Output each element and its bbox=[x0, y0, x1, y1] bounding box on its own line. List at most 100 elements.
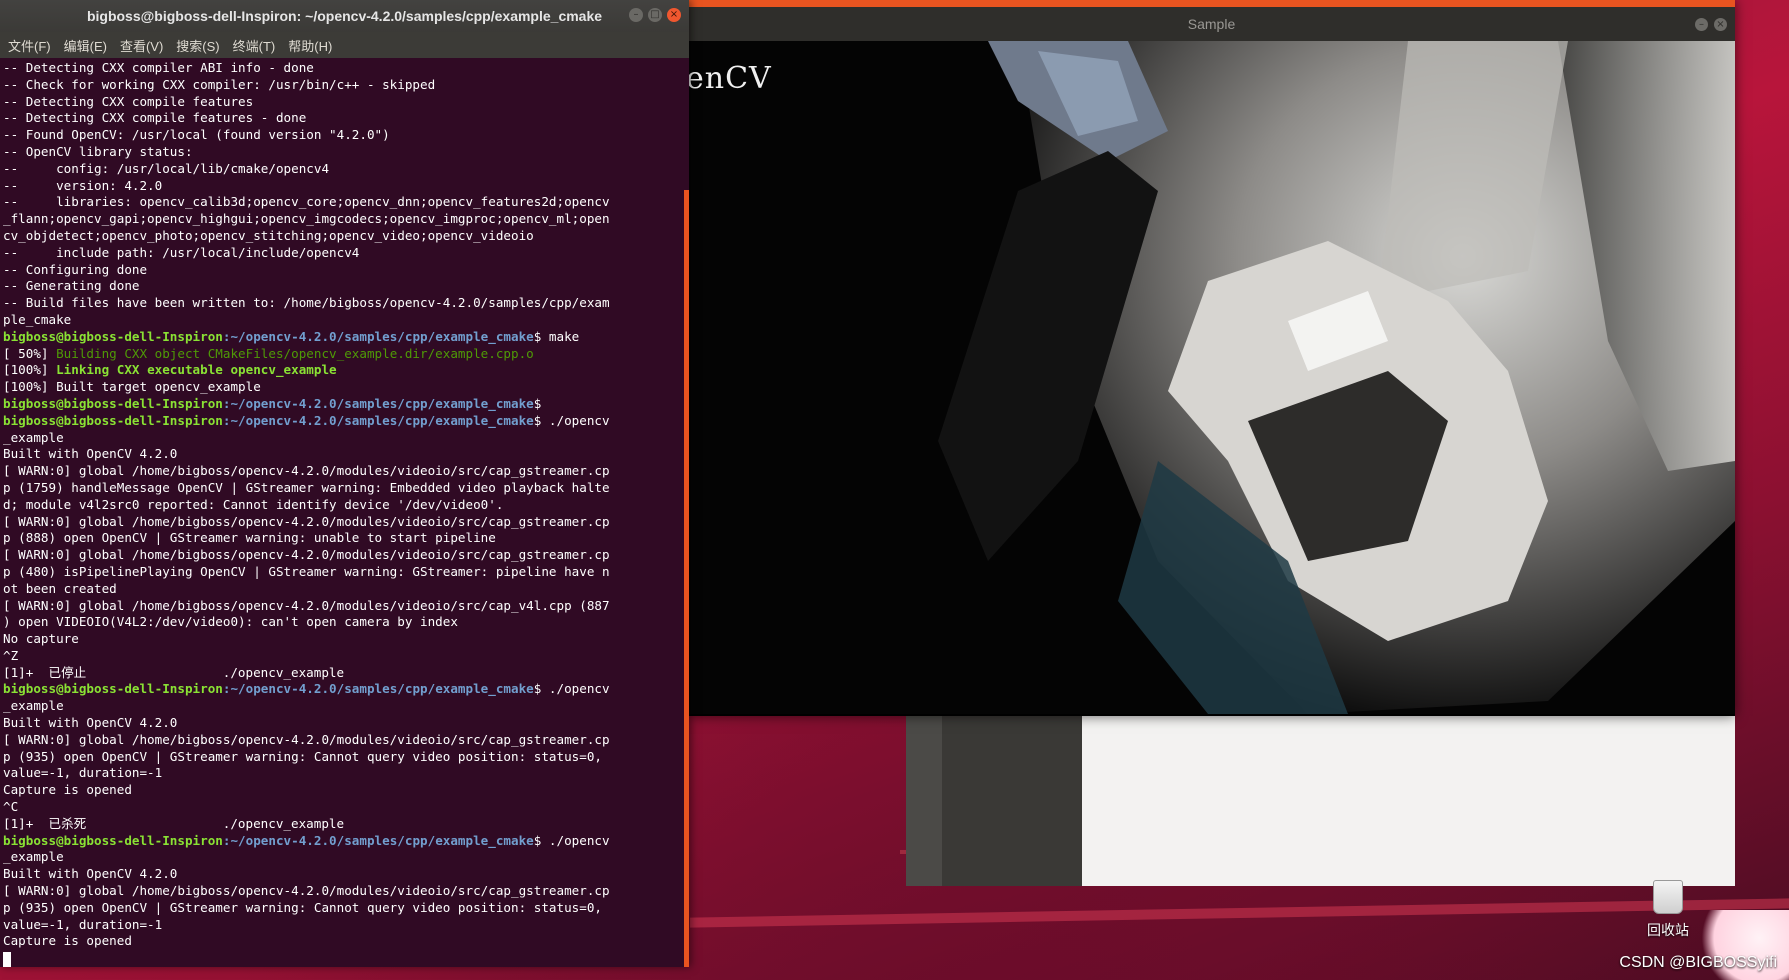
terminal-line: Capture is opened bbox=[3, 933, 680, 950]
opencv-overlay-text: enCV bbox=[688, 61, 772, 96]
terminal-cursor bbox=[3, 952, 11, 967]
terminal-line: p (1759) handleMessage OpenCV | GStreame… bbox=[3, 480, 680, 497]
camera-image bbox=[688, 41, 1735, 714]
line-text: -- Check for working CXX compiler: /usr/… bbox=[3, 76, 436, 92]
terminal-line: value=-1, duration=-1 bbox=[3, 765, 680, 782]
maximize-button[interactable]: □ bbox=[648, 8, 662, 22]
link-step-text: Linking CXX executable opencv_example bbox=[56, 362, 337, 378]
minimize-button[interactable]: – bbox=[629, 8, 643, 22]
terminal-output[interactable]: -- Detecting CXX compiler ABI info - don… bbox=[0, 58, 680, 967]
terminal-line: [ 50%] Building CXX object CMakeFiles/op… bbox=[3, 346, 680, 363]
build-step-text: Building CXX object CMakeFiles/opencv_ex… bbox=[56, 345, 534, 361]
line-text: [ WARN:0] global /home/bigboss/opencv-4.… bbox=[3, 513, 610, 529]
line-text: [ WARN:0] global /home/bigboss/opencv-4.… bbox=[3, 731, 610, 747]
line-text: [ WARN:0] global /home/bigboss/opencv-4.… bbox=[3, 463, 610, 479]
prompt-user: bigboss@bigboss-dell-Inspiron bbox=[3, 412, 223, 428]
terminal-titlebar[interactable]: bigboss@bigboss-dell-Inspiron: ~/opencv-… bbox=[0, 0, 689, 32]
window-title: Sample bbox=[1187, 16, 1236, 32]
terminal-scrollbar[interactable] bbox=[684, 190, 689, 967]
prompt-user: bigboss@bigboss-dell-Inspiron bbox=[3, 832, 223, 848]
terminal-line: _example bbox=[3, 849, 680, 866]
line-text: ple_cmake bbox=[3, 311, 72, 327]
line-text: -- Configuring done bbox=[3, 261, 148, 277]
terminal-window[interactable]: bigboss@bigboss-dell-Inspiron: ~/opencv-… bbox=[0, 0, 689, 967]
terminal-line: -- version: 4.2.0 bbox=[3, 178, 680, 195]
close-button[interactable]: × bbox=[667, 8, 681, 22]
line-text: p (480) isPipelinePlaying OpenCV | GStre… bbox=[3, 563, 610, 579]
line-text: ot been created bbox=[3, 580, 117, 596]
terminal-line: [ WARN:0] global /home/bigboss/opencv-4.… bbox=[3, 547, 680, 564]
terminal-line: d; module v4l2src0 reported: Cannot iden… bbox=[3, 497, 680, 514]
line-text: Capture is opened bbox=[3, 933, 132, 949]
line-text: [ WARN:0] global /home/bigboss/opencv-4.… bbox=[3, 597, 610, 613]
line-text: -- Generating done bbox=[3, 278, 140, 294]
sample-window[interactable]: Sample – × enCV bbox=[688, 0, 1735, 716]
terminal-line: bigboss@bigboss-dell-Inspiron:~/opencv-4… bbox=[3, 329, 680, 346]
menu-file[interactable]: 文件(F) bbox=[8, 36, 51, 55]
terminal-line: ot been created bbox=[3, 581, 680, 598]
line-text: _example bbox=[3, 429, 64, 445]
line-text: ^C bbox=[3, 799, 19, 815]
terminal-line: [ WARN:0] global /home/bigboss/opencv-4.… bbox=[3, 463, 680, 480]
terminal-menubar: 文件(F) 编辑(E) 查看(V) 搜索(S) 终端(T) 帮助(H) bbox=[0, 32, 689, 58]
line-text: [ WARN:0] global /home/bigboss/opencv-4.… bbox=[3, 547, 610, 563]
menu-view[interactable]: 查看(V) bbox=[120, 36, 163, 55]
terminal-line: bigboss@bigboss-dell-Inspiron:~/opencv-4… bbox=[3, 833, 680, 850]
terminal-line bbox=[3, 950, 680, 967]
terminal-line: -- config: /usr/local/lib/cmake/opencv4 bbox=[3, 161, 680, 178]
terminal-line: -- Detecting CXX compile features bbox=[3, 94, 680, 111]
terminal-line: _flann;opencv_gapi;opencv_highgui;opencv… bbox=[3, 211, 680, 228]
line-text: ^Z bbox=[3, 647, 19, 663]
watermark: CSDN @BIGBOSSyifi bbox=[1619, 954, 1777, 971]
line-text: -- OpenCV library status: bbox=[3, 143, 193, 159]
prompt-path: :~/opencv-4.2.0/samples/cpp/example_cmak… bbox=[222, 412, 534, 428]
line-text: [1]+ 已杀死 ./opencv_example bbox=[3, 815, 345, 831]
terminal-line: ^Z bbox=[3, 648, 680, 665]
background-app-window[interactable] bbox=[906, 716, 1735, 886]
sample-titlebar[interactable]: Sample – × bbox=[688, 7, 1735, 41]
terminal-line: [100%] Built target opencv_example bbox=[3, 379, 680, 396]
line-text: p (1759) handleMessage OpenCV | GStreame… bbox=[3, 479, 610, 495]
terminal-line: -- OpenCV library status: bbox=[3, 144, 680, 161]
terminal-line: -- Configuring done bbox=[3, 262, 680, 279]
line-text: _flann;opencv_gapi;opencv_highgui;opencv… bbox=[3, 211, 610, 227]
terminal-line: [ WARN:0] global /home/bigboss/opencv-4.… bbox=[3, 732, 680, 749]
prompt-path: :~/opencv-4.2.0/samples/cpp/example_cmak… bbox=[222, 395, 534, 411]
menu-search[interactable]: 搜索(S) bbox=[176, 36, 219, 55]
line-text: -- Detecting CXX compiler ABI info - don… bbox=[3, 60, 314, 75]
close-button[interactable]: × bbox=[1714, 18, 1727, 31]
line-text: -- Build files have been written to: /ho… bbox=[3, 295, 610, 311]
line-text: [ WARN:0] global /home/bigboss/opencv-4.… bbox=[3, 883, 610, 899]
terminal-line: [ WARN:0] global /home/bigboss/opencv-4.… bbox=[3, 883, 680, 900]
line-text: Built with OpenCV 4.2.0 bbox=[3, 715, 178, 731]
line-text: -- Found OpenCV: /usr/local (found versi… bbox=[3, 127, 390, 143]
line-text: Built with OpenCV 4.2.0 bbox=[3, 446, 178, 462]
line-text: p (935) open OpenCV | GStreamer warning:… bbox=[3, 748, 602, 764]
terminal-line: bigboss@bigboss-dell-Inspiron:~/opencv-4… bbox=[3, 396, 680, 413]
app-sidebar-edge bbox=[906, 716, 942, 886]
terminal-line: -- Check for working CXX compiler: /usr/… bbox=[3, 77, 680, 94]
prompt-path: :~/opencv-4.2.0/samples/cpp/example_cmak… bbox=[222, 328, 534, 344]
menu-edit[interactable]: 编辑(E) bbox=[64, 36, 107, 55]
menu-help[interactable]: 帮助(H) bbox=[288, 36, 332, 55]
terminal-line: ple_cmake bbox=[3, 312, 680, 329]
trash-icon bbox=[1653, 880, 1683, 914]
line-text: _example bbox=[3, 698, 64, 714]
terminal-line: -- include path: /usr/local/include/open… bbox=[3, 245, 680, 262]
line-text: [100%] Built target opencv_example bbox=[3, 379, 261, 395]
prompt-path: :~/opencv-4.2.0/samples/cpp/example_cmak… bbox=[222, 832, 534, 848]
terminal-title: bigboss@bigboss-dell-Inspiron: ~/opencv-… bbox=[86, 8, 603, 24]
terminal-line: Capture is opened bbox=[3, 782, 680, 799]
minimize-button[interactable]: – bbox=[1695, 18, 1708, 31]
terminal-line: -- Detecting CXX compile features - done bbox=[3, 110, 680, 127]
prompt-user: bigboss@bigboss-dell-Inspiron bbox=[3, 328, 223, 344]
line-text: p (888) open OpenCV | GStreamer warning:… bbox=[3, 530, 496, 546]
prompt-user: bigboss@bigboss-dell-Inspiron bbox=[3, 681, 223, 697]
terminal-line: _example bbox=[3, 430, 680, 447]
prompt-symbol: $ ./opencv bbox=[533, 832, 610, 848]
line-text: Capture is opened bbox=[3, 782, 132, 798]
app-sidebar[interactable] bbox=[942, 716, 1082, 886]
menu-terminal[interactable]: 终端(T) bbox=[233, 36, 276, 55]
terminal-line: -- Found OpenCV: /usr/local (found versi… bbox=[3, 127, 680, 144]
prompt-symbol: $ ./opencv bbox=[533, 681, 610, 697]
